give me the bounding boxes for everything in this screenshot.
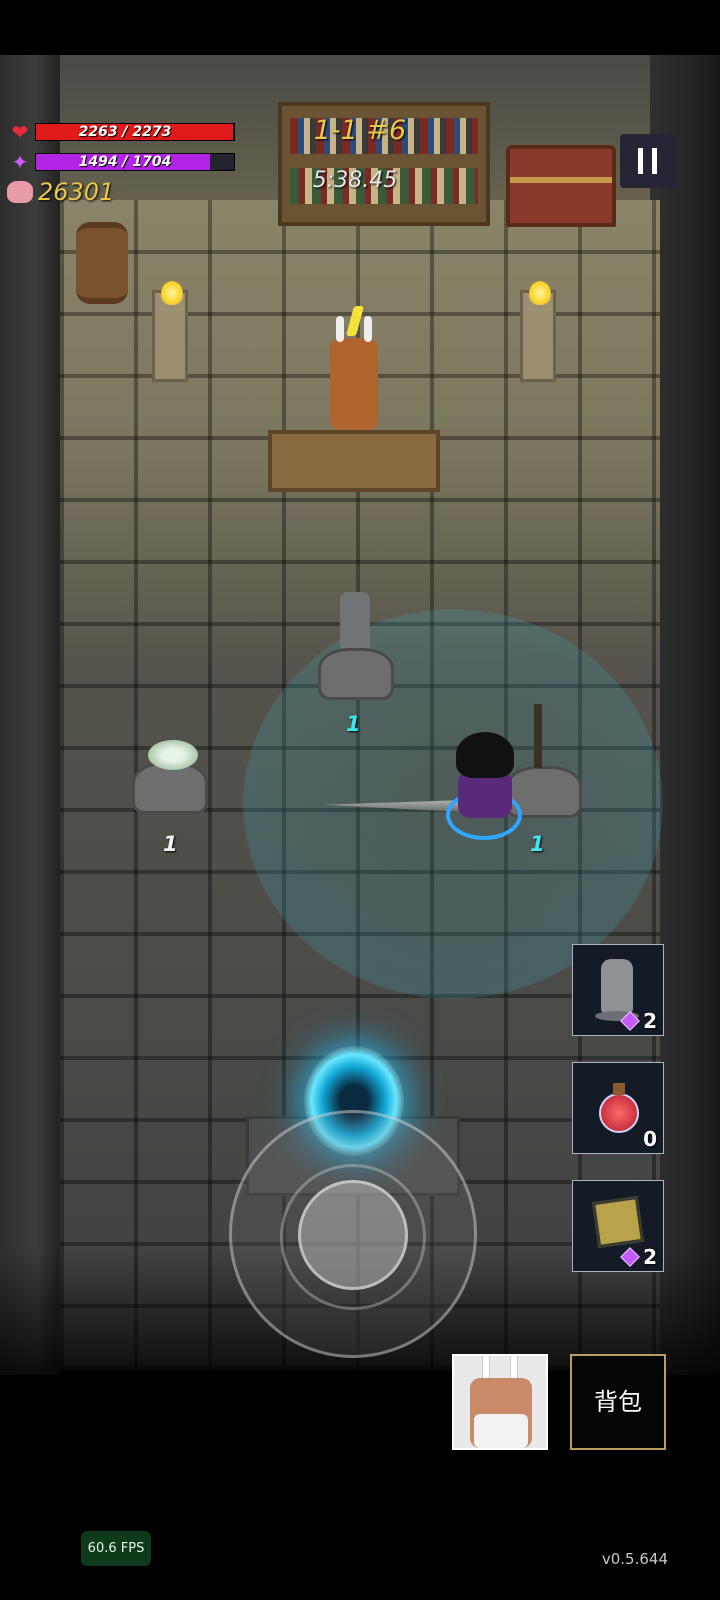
mp-bar: 1494 / 1704 [35, 153, 235, 171]
bunny-ear-right [510, 1356, 518, 1380]
pause-icon-bar [652, 148, 657, 174]
gem-icon: ✦ [11, 150, 29, 174]
torch-flame-icon [529, 281, 551, 305]
item-count: 0 [643, 1127, 657, 1151]
bunny-ear-left [482, 1356, 490, 1380]
merchant-table [268, 430, 440, 492]
red-potion-icon [599, 1093, 639, 1133]
pause-icon [638, 148, 643, 174]
treasure-chest[interactable] [506, 145, 616, 227]
potion-cork [613, 1083, 625, 1095]
stone-head-statue-icon [601, 959, 633, 1013]
statue-pedestal-count: 1 [346, 712, 361, 736]
item-slot-statue[interactable]: 2 [572, 944, 664, 1036]
dungeon-left-wall [0, 55, 60, 1375]
stone-statue [340, 592, 370, 650]
backpack-button[interactable]: 背包 [570, 1354, 666, 1450]
piggy-bank-icon [7, 181, 33, 203]
torch-flame-icon [161, 281, 183, 305]
item-slot-potion[interactable]: 0 [572, 1062, 664, 1154]
fps-counter: 60.6 FPS [81, 1531, 151, 1566]
joystick-knob[interactable] [298, 1180, 408, 1290]
merchant-beard [474, 1414, 528, 1448]
hp-text: 2263 / 2273 [78, 124, 172, 140]
statue-pedestal[interactable] [318, 648, 394, 700]
torch-pillar-left [152, 281, 188, 382]
heart-icon: ❤ [11, 120, 29, 144]
gold-amount: 26301 [38, 178, 115, 206]
torch-pillar-right [520, 281, 556, 382]
item-slot-cube[interactable]: 2 [572, 1180, 664, 1272]
mp-text: 1494 / 1704 [78, 154, 172, 170]
stage-label: 1-1 #6 [313, 115, 407, 146]
barrel [76, 222, 128, 304]
skull-pedestal-count: 1 [163, 832, 178, 856]
sword-pedestal-count: 1 [530, 832, 545, 856]
sword-in-stand [534, 704, 542, 768]
pause-button[interactable] [620, 134, 676, 188]
item-count: 2 [643, 1245, 657, 1269]
skull-pile [148, 740, 198, 770]
item-count: 2 [643, 1009, 657, 1033]
version-label: v0.5.644 [601, 1550, 668, 1568]
character-portrait-button[interactable] [452, 1354, 548, 1450]
gem-icon [620, 1247, 640, 1267]
run-timer: 5:38.45 [312, 168, 398, 193]
dungeon-right-wall [650, 55, 720, 1375]
player-hair [456, 732, 514, 778]
merchant-npc[interactable] [330, 316, 378, 430]
hp-bar: 2263 / 2273 [35, 123, 235, 141]
golden-cube-box-icon [592, 1196, 644, 1248]
